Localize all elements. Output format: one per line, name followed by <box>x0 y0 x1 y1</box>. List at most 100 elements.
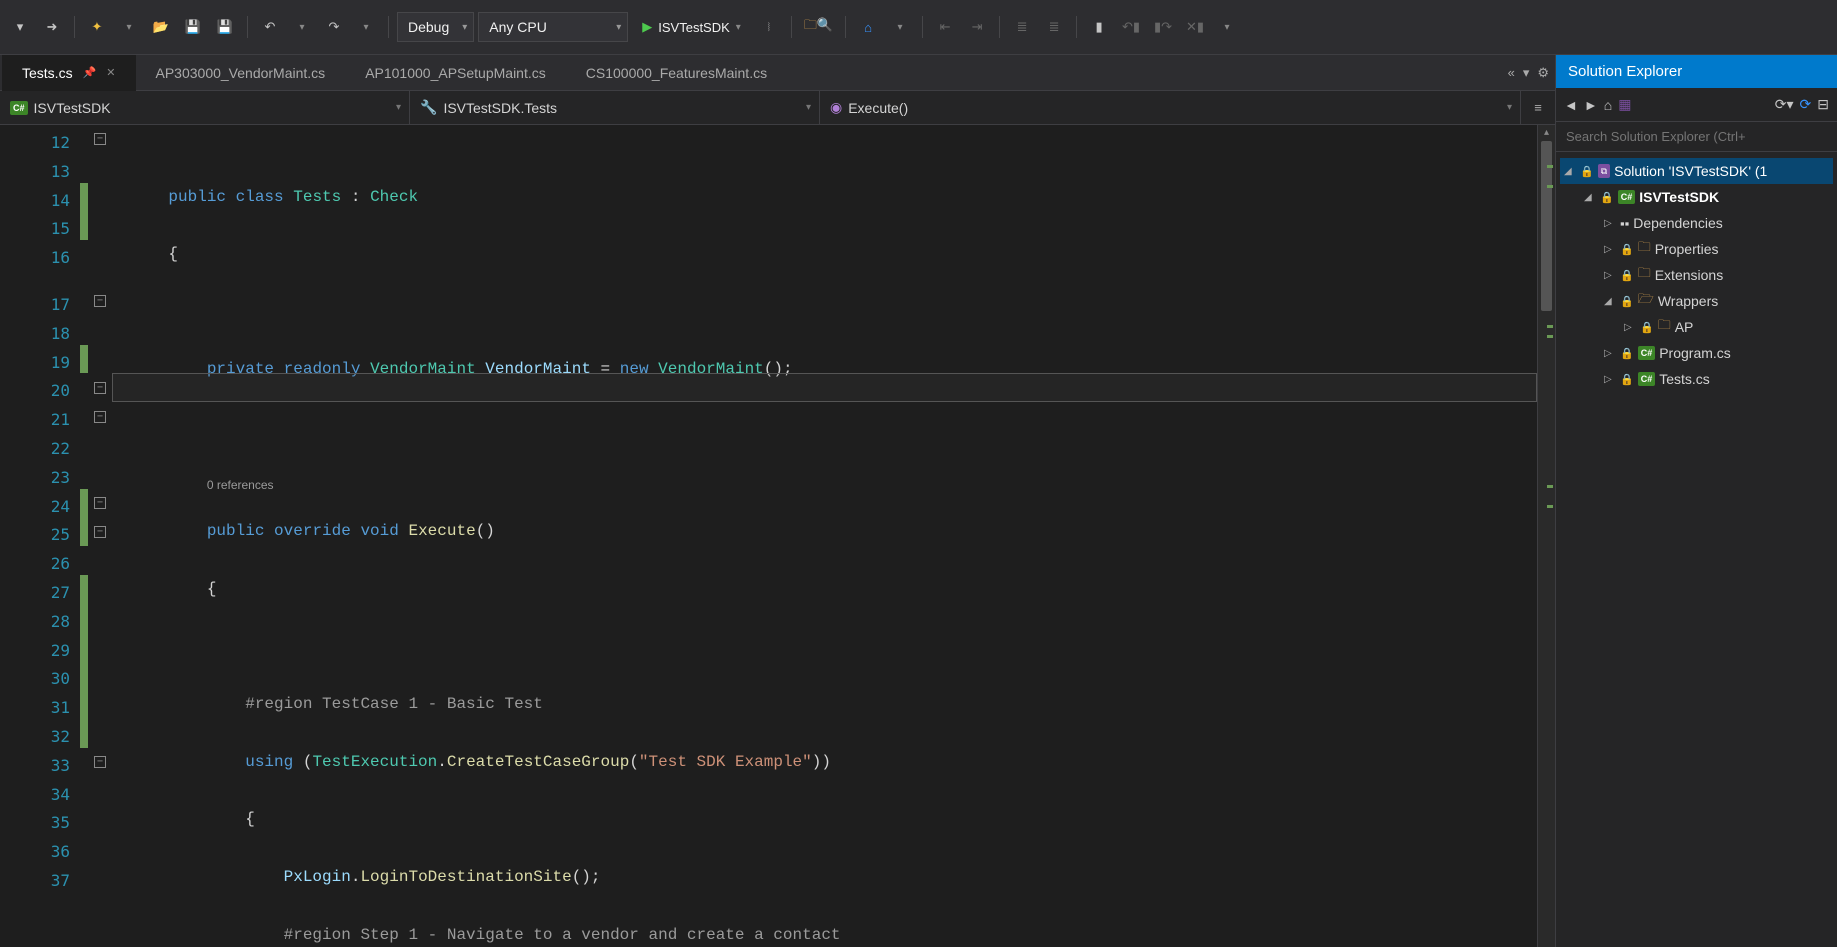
solution-search-input[interactable] <box>1556 122 1837 152</box>
csharp-icon: C# <box>10 101 28 115</box>
solution-icon: ⧉ <box>1598 164 1610 178</box>
nav-class-label: ISVTestSDK.Tests <box>443 100 557 116</box>
tab-vendormaint[interactable]: AP303000_VendorMaint.cs <box>136 55 346 91</box>
play-icon: ▶ <box>642 19 652 35</box>
tab-features[interactable]: CS100000_FeaturesMaint.cs <box>566 55 787 91</box>
start-label: ISVTestSDK <box>658 20 730 35</box>
code-navbar: C# ISVTestSDK 🔧 ISVTestSDK.Tests ◉ Execu… <box>0 91 1555 125</box>
overflow-icon[interactable]: ▾ <box>1213 13 1241 41</box>
tree-extensions-node[interactable]: ▷ 🔒 🗀 Extensions <box>1560 262 1833 288</box>
start-button[interactable]: ▶ ISVTestSDK ▾ <box>632 12 751 42</box>
solution-explorer-header[interactable]: Solution Explorer <box>1556 55 1837 88</box>
nav-fwd-icon[interactable]: ► <box>1584 97 1598 113</box>
tree-label: ISVTestSDK <box>1639 189 1719 205</box>
lock-icon: 🔒 <box>1580 165 1594 178</box>
lock-icon: 🔒 <box>1620 295 1634 308</box>
tree-label: Solution 'ISVTestSDK' (1 <box>1614 163 1767 179</box>
tree-solution-node[interactable]: ◢ 🔒 ⧉ Solution 'ISVTestSDK' (1 <box>1560 158 1833 184</box>
fold-gutter[interactable]: − −−−−−− <box>88 125 112 947</box>
tab-label: AP101000_APSetupMaint.cs <box>365 65 546 81</box>
solution-explorer: Solution Explorer ◄ ► ⌂ ▦ ⟳▾ ⟳ ⊟ ◢ 🔒 ⧉ S… <box>1555 55 1837 947</box>
solution-explorer-title: Solution Explorer <box>1568 63 1682 80</box>
tree-ap-node[interactable]: ▷ 🔒 🗀 AP <box>1560 314 1833 340</box>
undo-icon[interactable]: ↶ <box>256 13 284 41</box>
nav-member-label: Execute() <box>848 100 908 116</box>
next-bookmark-icon[interactable]: ▮↷ <box>1149 13 1177 41</box>
tree-label: AP <box>1675 319 1694 335</box>
collapse-icon[interactable]: ⊟ <box>1817 96 1829 113</box>
redo-icon[interactable]: ↷ <box>320 13 348 41</box>
bookmark-icon[interactable]: ▮ <box>1085 13 1113 41</box>
comment-icon[interactable]: ≣ <box>1008 13 1036 41</box>
tree-dependencies-node[interactable]: ▷ ▪▪ Dependencies <box>1560 210 1833 236</box>
tab-label: Tests.cs <box>22 65 73 81</box>
save-all-icon[interactable]: 💾 <box>211 13 239 41</box>
main-toolbar: ▾ ➜ ✦ ▾ 📂 💾 💾 ↶ ▾ ↷ ▾ Debug Any CPU ▶ IS… <box>0 0 1837 55</box>
nav-member[interactable]: ◉ Execute() <box>820 91 1521 124</box>
folder-icon: 🗀 <box>1638 264 1651 286</box>
tab-label: CS100000_FeaturesMaint.cs <box>586 65 767 81</box>
tree-label: Program.cs <box>1659 345 1731 361</box>
home-icon[interactable]: ⌂ <box>1604 97 1612 113</box>
close-icon[interactable]: ✕ <box>106 66 115 79</box>
method-icon: ◉ <box>830 99 842 116</box>
folder-icon: 🗀 <box>1638 238 1651 260</box>
code-editor[interactable]: 1213141516 17181920212223242526272829303… <box>0 125 1555 947</box>
switch-view-icon[interactable]: ▦ <box>1618 96 1631 113</box>
tree-program-node[interactable]: ▷ 🔒 C# Program.cs <box>1560 340 1833 366</box>
tree-wrappers-node[interactable]: ◢ 🔒 🗁 Wrappers <box>1560 288 1833 314</box>
main-area: Tests.cs 📌 ✕ AP303000_VendorMaint.cs AP1… <box>0 55 1837 947</box>
refresh-icon[interactable]: ⟳ <box>1800 96 1812 113</box>
save-icon[interactable]: 💾 <box>179 13 207 41</box>
nav-fwd-icon[interactable]: ➜ <box>38 13 66 41</box>
tree-properties-node[interactable]: ▷ 🔒 🗀 Properties <box>1560 236 1833 262</box>
prev-bookmark-icon[interactable]: ↶▮ <box>1117 13 1145 41</box>
document-tabbar: Tests.cs 📌 ✕ AP303000_VendorMaint.cs AP1… <box>0 55 1555 91</box>
uncomment-icon[interactable]: ≣ <box>1040 13 1068 41</box>
chevron-down-icon[interactable]: ▾ <box>115 13 143 41</box>
gear-icon[interactable]: ⚙ <box>1537 65 1549 81</box>
indent-icon[interactable]: ⇤ <box>931 13 959 41</box>
new-project-icon[interactable]: ✦ <box>83 13 111 41</box>
chevron-down-icon[interactable]: ▾ <box>352 13 380 41</box>
platform-combo[interactable]: Any CPU <box>478 12 628 42</box>
solution-tree: ◢ 🔒 ⧉ Solution 'ISVTestSDK' (1 ◢ 🔒 C# IS… <box>1556 152 1837 947</box>
tree-label: Dependencies <box>1633 215 1723 231</box>
chevron-down-icon[interactable]: ▾ <box>288 13 316 41</box>
sync-icon-group[interactable]: ⟳▾ <box>1775 96 1794 113</box>
clear-bookmark-icon[interactable]: ✕▮ <box>1181 13 1209 41</box>
tree-label: Tests.cs <box>1659 371 1710 387</box>
dropdown-button-icon[interactable]: ▾ <box>6 13 34 41</box>
split-editor-icon[interactable]: ≡ <box>1521 100 1555 115</box>
tree-label: Extensions <box>1655 267 1723 283</box>
folder-open-icon: 🗁 <box>1638 290 1654 312</box>
lock-icon: 🔒 <box>1620 269 1634 282</box>
tab-apsetup[interactable]: AP101000_APSetupMaint.cs <box>345 55 566 91</box>
find-in-files-icon[interactable]: 🗀🔍 <box>800 13 837 41</box>
fire-icon[interactable]: ⧘ <box>755 13 783 41</box>
open-folder-icon[interactable]: 📂 <box>147 13 175 41</box>
code-content[interactable]: public class Tests : Check { private rea… <box>112 125 1537 947</box>
chevron-down-icon[interactable]: ▾ <box>886 13 914 41</box>
live-share-icon[interactable]: ⌂ <box>854 13 882 41</box>
scroll-tabs-icon[interactable]: « <box>1508 65 1515 81</box>
class-icon: 🔧 <box>420 99 437 116</box>
nav-class[interactable]: 🔧 ISVTestSDK.Tests <box>410 91 820 124</box>
folder-icon: 🗀 <box>1658 316 1671 338</box>
tree-label: Wrappers <box>1658 293 1718 309</box>
csharp-icon: C# <box>1638 372 1656 386</box>
vertical-scrollbar[interactable]: ▴ <box>1537 125 1555 947</box>
lock-icon: 🔒 <box>1620 243 1634 256</box>
tree-tests-node[interactable]: ▷ 🔒 C# Tests.cs <box>1560 366 1833 392</box>
lock-icon: 🔒 <box>1600 191 1614 204</box>
pin-icon[interactable]: 📌 <box>83 66 97 79</box>
outdent-icon[interactable]: ⇥ <box>963 13 991 41</box>
active-files-icon[interactable]: ▾ <box>1523 65 1530 81</box>
tree-project-node[interactable]: ◢ 🔒 C# ISVTestSDK <box>1560 184 1833 210</box>
tab-tests[interactable]: Tests.cs 📌 ✕ <box>2 55 136 91</box>
nav-back-icon[interactable]: ◄ <box>1564 97 1578 113</box>
nav-project[interactable]: C# ISVTestSDK <box>0 91 410 124</box>
csharp-icon: C# <box>1638 346 1656 360</box>
config-combo[interactable]: Debug <box>397 12 474 42</box>
lock-icon: 🔒 <box>1640 321 1654 334</box>
